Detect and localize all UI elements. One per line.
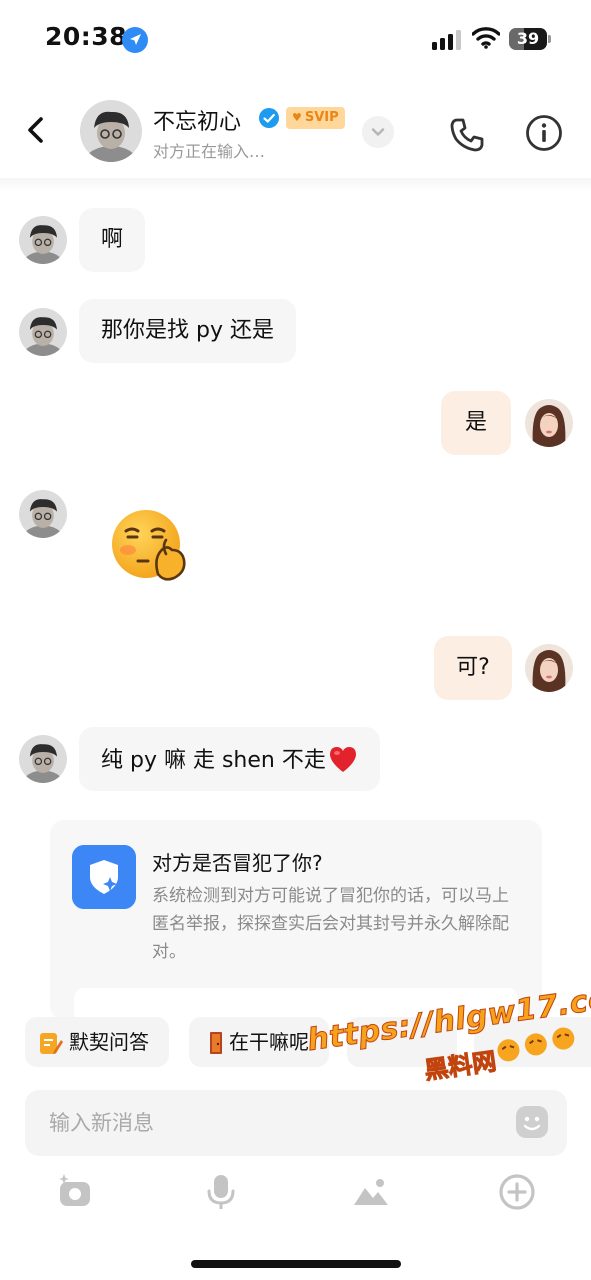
chat-header: 不忘初心 ♥ SVIP 对方正在输入… [0,90,591,180]
heart-icon: ♥ [292,111,302,124]
my-avatar-image [525,399,573,447]
signal-icon [432,30,461,50]
sender-avatar-image [19,735,67,783]
home-indicator [191,1260,401,1268]
my-avatar-image [525,644,573,692]
sender-avatar[interactable] [19,308,67,356]
header-divider [0,178,591,192]
emoji-icon[interactable] [515,1105,549,1139]
thinking-face-sticker[interactable] [108,504,194,584]
quick-reply-label: 默契问答 [69,1030,149,1054]
quick-reply-label: 在干嘛呢 [229,1030,309,1054]
sender-avatar-image [19,308,67,356]
message-input-box [25,1090,567,1156]
image-icon[interactable] [351,1172,391,1212]
sender-avatar[interactable] [19,216,67,264]
sender-avatar[interactable] [19,490,67,538]
info-icon[interactable] [525,114,563,152]
report-prompt-card: 对方是否冒犯了你? 系统检测到对方可能说了冒犯你的话，可以马上匿名举报，探探查实… [50,820,542,1020]
svip-badge[interactable]: ♥ SVIP [286,107,345,129]
battery-level: 39 [516,29,540,48]
wifi-icon [472,27,500,49]
typing-status: 对方正在输入… [153,142,266,161]
back-button[interactable] [18,112,54,148]
location-arrow-icon [122,27,148,53]
microphone-icon[interactable] [201,1172,241,1212]
plus-circle-icon[interactable] [497,1172,537,1212]
sender-avatar[interactable] [19,735,67,783]
message-bubble-outgoing[interactable]: 可? [434,636,512,700]
contact-avatar[interactable] [80,100,142,162]
status-bar: 20:38 39 [0,0,591,80]
message-bubble-incoming[interactable]: 啊 [79,208,146,272]
chevron-down-icon[interactable] [362,116,394,148]
red-heart-icon [329,747,356,772]
quick-reply-tacit-quiz[interactable]: 默契问答 [25,1017,169,1067]
verified-check-icon [259,108,279,128]
sender-avatar-image [19,216,67,264]
status-time: 20:38 [45,22,128,51]
battery-cap [548,35,551,43]
contact-avatar-image [80,100,142,162]
door-icon [210,1032,222,1054]
report-card-description: 系统检测到对方可能说了冒犯你的话，可以马上匿名举报，探探查实后会对其封号并永久解… [152,886,509,962]
svip-badge-label: SVIP [304,110,339,125]
message-bubble-outgoing[interactable]: 是 [441,391,511,455]
report-card-title: 对方是否冒犯了你? [152,851,323,875]
message-text: 纯 py 嘛 走 shen 不走 [101,748,326,773]
message-input[interactable] [49,1103,489,1143]
phone-icon[interactable] [448,116,486,154]
message-bubble-incoming[interactable]: 纯 py 嘛 走 shen 不走 [79,727,380,791]
contact-name[interactable]: 不忘初心 [153,104,241,136]
my-avatar[interactable] [525,399,573,447]
sender-avatar-image [19,490,67,538]
camera-sparkle-icon[interactable] [55,1172,95,1212]
message-bubble-incoming[interactable]: 那你是找 py 还是 [79,299,296,363]
battery-indicator: 39 [509,28,551,50]
shield-sparkle-icon [72,845,136,909]
my-avatar[interactable] [525,644,573,692]
pencil-note-icon [40,1033,63,1054]
